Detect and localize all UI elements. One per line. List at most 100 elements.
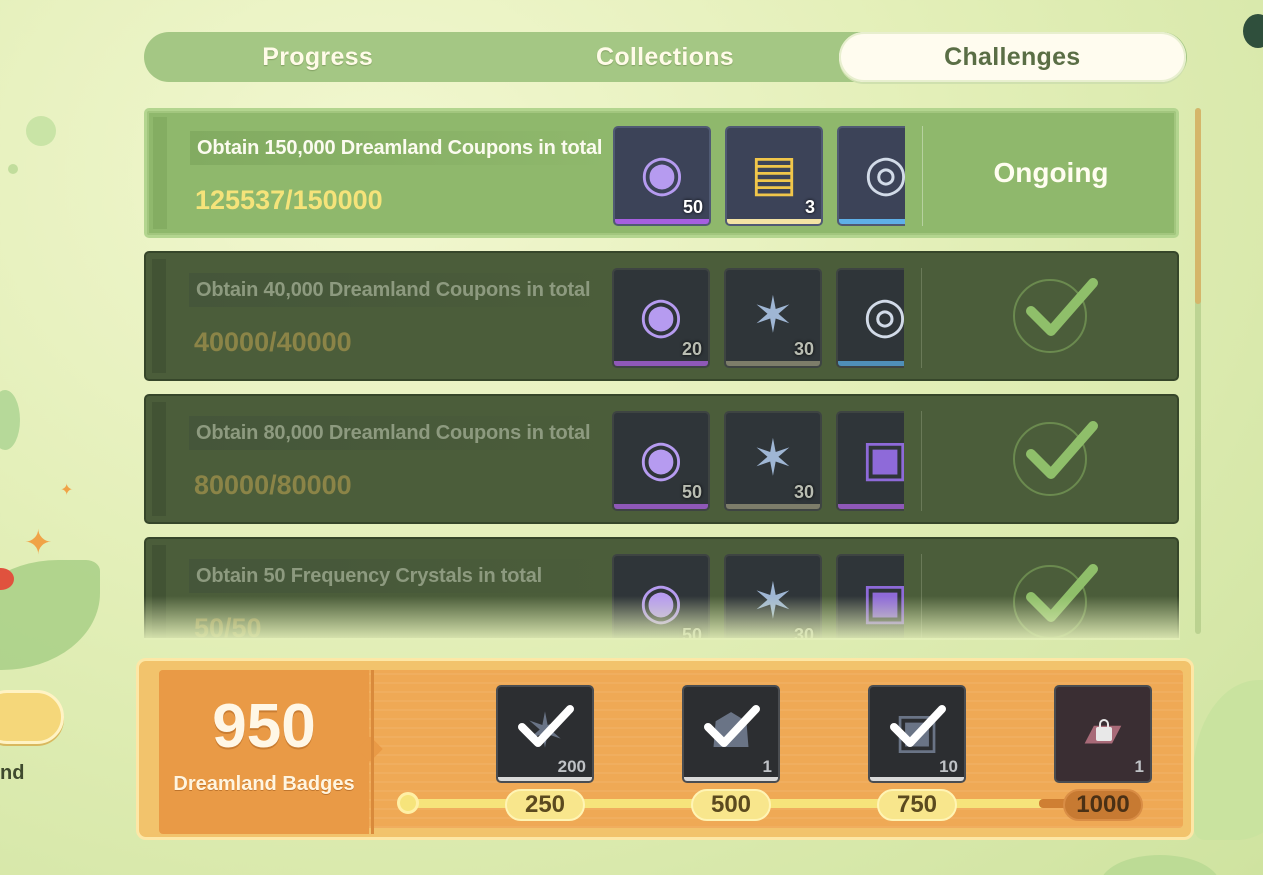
rarity-bar <box>615 219 709 224</box>
rarity-bar <box>838 504 904 509</box>
leaf-decoration <box>1193 680 1263 840</box>
reward-item[interactable]: ▤ 3 <box>725 126 823 226</box>
challenge-title: Obtain 50 Frequency Crystals in total <box>189 559 609 593</box>
challenge-title: Obtain 40,000 Dreamland Coupons in total <box>189 273 609 307</box>
leaf-decoration <box>1243 14 1263 48</box>
lock-icon <box>1096 719 1112 741</box>
challenge-list[interactable]: Obtain 150,000 Dreamland Coupons in tota… <box>144 108 1180 638</box>
reward-item[interactable]: ◉ 50 <box>613 126 711 226</box>
side-button[interactable] <box>0 690 64 744</box>
claimed-check-icon <box>516 701 576 756</box>
reward-qty: 50 <box>682 197 703 217</box>
reward-item[interactable]: ✶ 30 <box>724 554 822 638</box>
reward-list: ◉ 50 ✶ 30 ▣ <box>612 411 904 511</box>
reward-item[interactable]: ◉ 50 <box>612 554 710 638</box>
badge-count: 950 <box>212 692 316 761</box>
claimed-check-icon <box>702 701 762 756</box>
rarity-bar <box>614 361 708 366</box>
challenge-progress: 125537/150000 <box>195 185 383 215</box>
reward-item[interactable]: ◎50 <box>836 268 904 368</box>
tier-qty: 1 <box>762 757 772 776</box>
tier-threshold-500: 500 <box>691 789 771 821</box>
challenge-row[interactable]: Obtain 50 Frequency Crystals in total 50/… <box>144 537 1179 638</box>
rarity-bar <box>838 361 904 366</box>
scrollbar-thumb[interactable] <box>1195 108 1201 304</box>
divider <box>371 670 374 834</box>
reward-list: ◉ 50 ✶ 30 ▣ <box>612 554 904 638</box>
row-accent <box>153 117 167 229</box>
reward-item[interactable]: ▣ <box>836 411 904 511</box>
challenge-title: Obtain 80,000 Dreamland Coupons in total <box>189 416 609 450</box>
completed-check-icon <box>1013 421 1098 496</box>
silver-disc-icon: ◎ <box>863 286 904 344</box>
challenge-title: Obtain 150,000 Dreamland Coupons in tota… <box>190 131 610 165</box>
reward-qty: 30 <box>793 625 814 638</box>
tab-challenges[interactable]: Challenges <box>838 32 1186 82</box>
completed-check-icon <box>1013 278 1098 353</box>
reward-item[interactable]: ✶ 30 <box>724 411 822 511</box>
tier-reward-2[interactable]: ☗ 1 <box>682 685 780 783</box>
reward-item[interactable]: ◉ 20 <box>612 268 710 368</box>
purple-chest-icon: ▣ <box>861 572 904 630</box>
badge-label: Dreamland Badges <box>173 773 355 795</box>
row-accent <box>152 402 166 516</box>
reward-qty: 50 <box>681 625 702 638</box>
tier-threshold-250: 250 <box>505 789 585 821</box>
row-accent <box>152 545 166 638</box>
tier-qty: 200 <box>557 757 586 776</box>
row-accent <box>152 259 166 373</box>
claimed-check-icon <box>888 701 948 756</box>
purple-chest-icon: ▣ <box>861 429 904 487</box>
reward-qty: 50 <box>681 482 702 502</box>
challenge-progress: 80000/80000 <box>194 470 352 500</box>
rarity-bar <box>727 219 821 224</box>
reward-list: ◉50▤3◎50 <box>613 126 905 226</box>
reward-list: ◉20✶30◎50 <box>612 268 904 368</box>
challenge-row[interactable]: Obtain 80,000 Dreamland Coupons in total… <box>144 394 1179 524</box>
completed-check-icon <box>1013 564 1098 638</box>
sparkle-icon: ✦ <box>24 523 53 563</box>
leaf-decoration <box>1100 855 1220 875</box>
leaf-decoration <box>0 560 100 670</box>
challenge-status: Ongoing <box>923 111 1179 235</box>
reward-item[interactable]: ◎50 <box>837 126 905 226</box>
reward-item[interactable]: ▣ <box>836 554 904 638</box>
bubble-decoration <box>26 116 56 146</box>
challenge-status <box>922 539 1178 638</box>
rarity-bar <box>839 219 905 224</box>
reward-item[interactable]: ◉ 50 <box>612 411 710 511</box>
tab-collections[interactable]: Collections <box>491 32 838 82</box>
reward-qty: 30 <box>793 482 814 502</box>
sparkle-icon: ✦ <box>60 480 74 499</box>
rarity-bar <box>870 777 964 781</box>
rarity-bar <box>614 504 708 509</box>
challenge-progress: 40000/40000 <box>194 327 352 357</box>
reward-item[interactable]: ✶ 30 <box>724 268 822 368</box>
side-button-label: nd <box>0 762 25 784</box>
rarity-bar <box>498 777 592 781</box>
reward-qty: 3 <box>804 197 815 217</box>
tier-qty: 1 <box>1134 757 1144 776</box>
rarity-bar <box>726 504 820 509</box>
badge-progress-panel: 950 Dreamland Badges ✶ 200 ☗ 1 ▣ 10 ▰ 1 … <box>136 658 1194 840</box>
challenge-progress: 50/50 <box>194 613 262 638</box>
tier-threshold-1000: 1000 <box>1063 789 1143 821</box>
rarity-bar <box>684 777 778 781</box>
leaf-decoration <box>0 390 20 450</box>
tier-qty: 10 <box>939 757 958 776</box>
reward-qty: 20 <box>681 339 702 359</box>
challenge-status <box>922 253 1178 379</box>
challenge-row[interactable]: Obtain 40,000 Dreamland Coupons in total… <box>144 251 1179 381</box>
tab-bar: Progress Collections Challenges <box>144 32 1187 82</box>
challenge-row[interactable]: Obtain 150,000 Dreamland Coupons in tota… <box>144 108 1179 238</box>
tab-progress[interactable]: Progress <box>144 32 491 82</box>
reward-qty: 30 <box>793 339 814 359</box>
tier-threshold-750: 750 <box>877 789 957 821</box>
tier-reward-4[interactable]: ▰ 1 <box>1054 685 1152 783</box>
rarity-bar <box>726 361 820 366</box>
badge-progress-start <box>397 792 419 814</box>
bubble-decoration <box>8 164 18 174</box>
tier-reward-1[interactable]: ✶ 200 <box>496 685 594 783</box>
silver-disc-icon: ◎ <box>864 144 905 202</box>
tier-reward-3[interactable]: ▣ 10 <box>868 685 966 783</box>
